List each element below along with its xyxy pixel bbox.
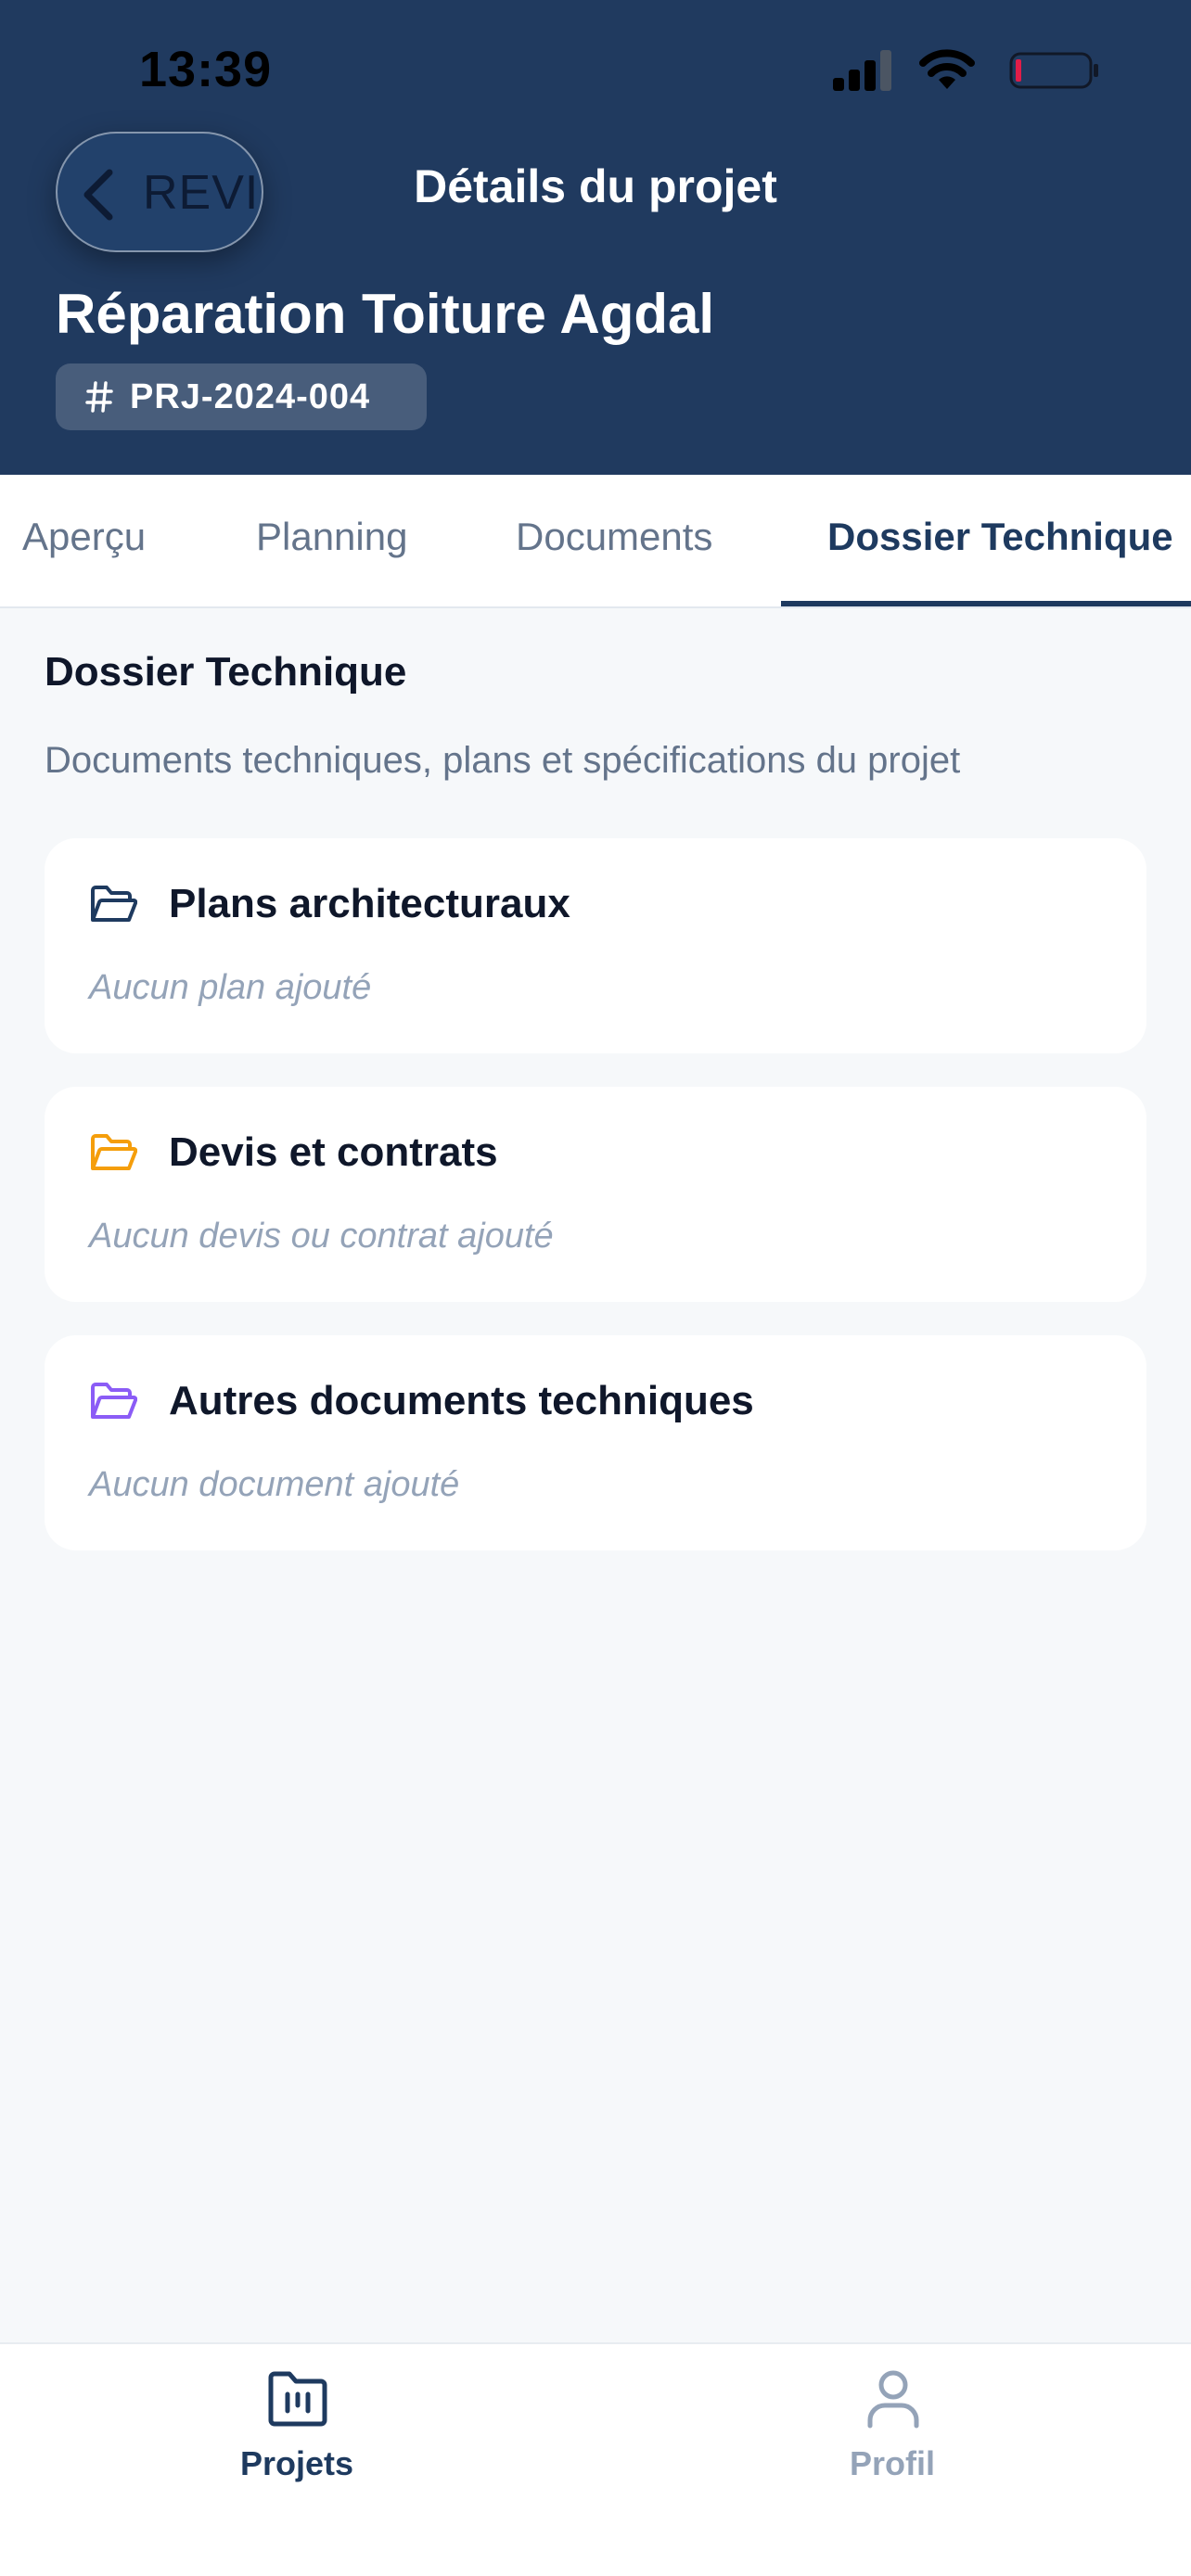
page-title-text: Détails du projet bbox=[414, 160, 777, 212]
tab-apercu[interactable]: Aperçu bbox=[22, 475, 146, 608]
cellular-signal-icon bbox=[833, 50, 891, 91]
section-title: Dossier Technique bbox=[45, 649, 407, 695]
hash-icon bbox=[85, 381, 113, 413]
nav-item-projets[interactable]: Projets bbox=[158, 2344, 436, 2530]
active-tab-indicator bbox=[781, 601, 1191, 606]
header: 13:39 REVI Détails du projet Réparation … bbox=[0, 0, 1191, 475]
tab-documents[interactable]: Documents bbox=[516, 475, 712, 608]
project-name: Réparation Toiture Agdal bbox=[56, 283, 715, 345]
tab-planning[interactable]: Planning bbox=[256, 475, 407, 608]
card-title: Devis et contrats bbox=[169, 1129, 498, 1175]
nav-item-profil[interactable]: Profil bbox=[753, 2344, 1031, 2530]
card-autres-documents[interactable]: Autres documents techniques Aucun docume… bbox=[45, 1335, 1146, 1550]
card-title: Plans architecturaux bbox=[169, 881, 570, 926]
project-code-badge: PRJ-2024-004 bbox=[56, 363, 427, 430]
person-icon bbox=[867, 2370, 919, 2429]
tab-dossier-technique[interactable]: Dossier Technique bbox=[827, 475, 1173, 608]
status-time: 13:39 bbox=[139, 42, 273, 97]
nav-label: Profil bbox=[849, 2444, 935, 2482]
folder-open-icon bbox=[91, 1383, 137, 1419]
card-plans-architecturaux[interactable]: Plans architecturaux Aucun plan ajouté bbox=[45, 838, 1146, 1053]
battery-icon bbox=[1009, 52, 1098, 89]
tab-bar: Aperçu Planning Documents Dossier Techni… bbox=[0, 475, 1191, 608]
status-icons bbox=[833, 49, 1102, 91]
folder-open-icon bbox=[91, 1134, 137, 1170]
project-code: PRJ-2024-004 bbox=[130, 376, 371, 416]
card-empty-text: Aucun plan ajouté bbox=[89, 968, 372, 1007]
wifi-icon bbox=[919, 49, 975, 89]
section-description: Documents techniques, plans et spécifica… bbox=[45, 740, 961, 781]
bottom-nav: Projets Profil bbox=[0, 2342, 1191, 2576]
card-empty-text: Aucun document ajouté bbox=[89, 1465, 460, 1504]
page-title: Détails du projet bbox=[0, 159, 1191, 213]
folder-open-icon bbox=[91, 886, 137, 922]
project-details-screen: 13:39 REVI Détails du projet Réparation … bbox=[0, 0, 1191, 2576]
nav-label: Projets bbox=[239, 2444, 354, 2482]
card-empty-text: Aucun devis ou contrat ajouté bbox=[89, 1217, 554, 1256]
card-devis-contrats[interactable]: Devis et contrats Aucun devis ou contrat… bbox=[45, 1087, 1146, 1302]
projects-folder-icon bbox=[268, 2371, 327, 2427]
card-title: Autres documents techniques bbox=[169, 1378, 754, 1423]
